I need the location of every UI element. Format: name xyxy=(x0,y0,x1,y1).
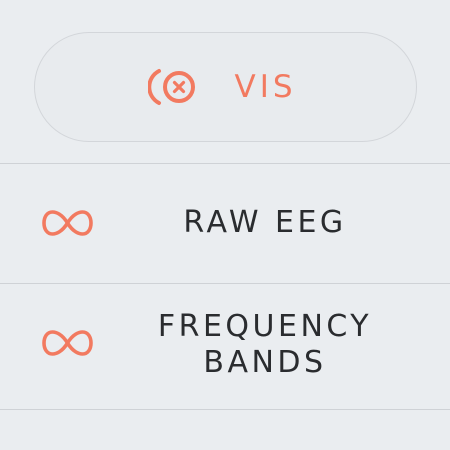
infinity-icon xyxy=(42,210,93,236)
menu-screen: VIS RAW EEG FREQUENCY BANDS xyxy=(0,0,450,450)
menu-item-label: FREQUENCY BANDS xyxy=(120,309,410,381)
vis-button-content: VIS xyxy=(148,67,296,107)
menu-item-label: RAW EEG xyxy=(120,205,410,241)
menu-item-label-line: FREQUENCY xyxy=(157,309,373,344)
menu-item-label-line: RAW EEG xyxy=(183,205,347,240)
vis-button[interactable]: VIS xyxy=(34,32,417,142)
menu-item-raw-eeg[interactable]: RAW EEG xyxy=(0,164,450,283)
menu-item-label-line: BANDS xyxy=(203,345,327,380)
sensor-off-icon xyxy=(148,69,196,105)
infinity-icon xyxy=(42,330,93,356)
divider xyxy=(0,409,450,410)
menu-item-frequency-bands[interactable]: FREQUENCY BANDS xyxy=(0,284,450,409)
vis-button-label: VIS xyxy=(234,69,297,105)
